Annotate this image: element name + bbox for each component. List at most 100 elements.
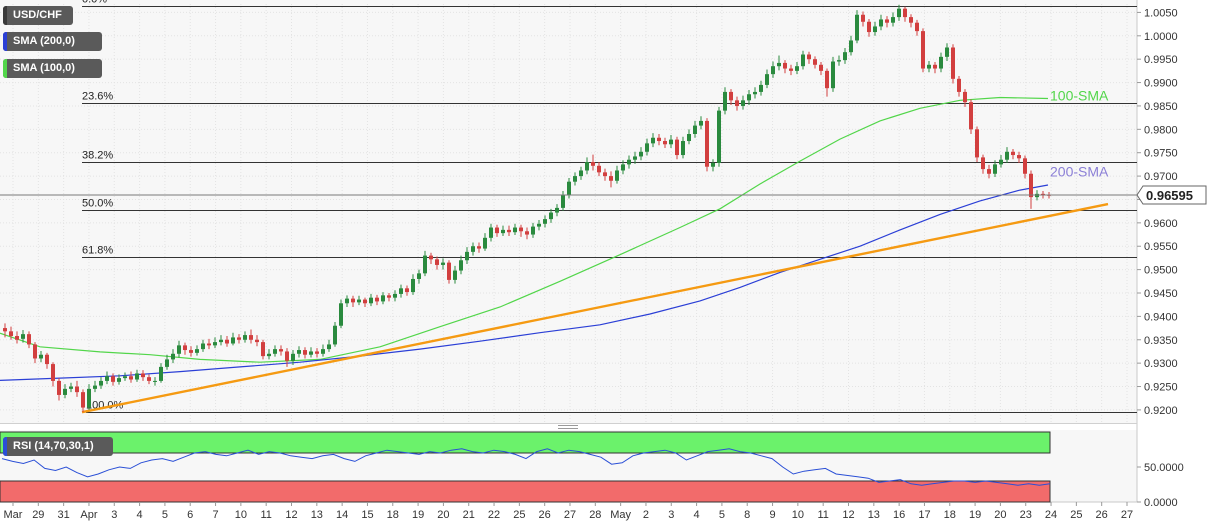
date-tick-label: 22 — [488, 509, 500, 521]
candle-body — [249, 335, 253, 340]
candle-body — [33, 344, 37, 359]
date-tick-label: 25 — [513, 509, 525, 521]
candle-body — [63, 388, 67, 395]
date-tick-label: 19 — [969, 509, 981, 521]
date-tick-label: 8 — [744, 509, 750, 521]
date-tick-label: 20 — [994, 509, 1006, 521]
rsi-legend-label: RSI (14,70,30,1) — [13, 440, 94, 452]
candle-body — [369, 297, 373, 304]
candle-body — [885, 19, 889, 23]
price-tick-label: 0.9400 — [1144, 311, 1178, 323]
candle — [831, 56, 835, 92]
candle-body — [1011, 151, 1015, 156]
date-tick-label: May — [610, 509, 631, 521]
candle-body — [837, 60, 841, 62]
candle-body — [375, 297, 379, 302]
candle-body — [459, 260, 463, 271]
candle-body — [159, 366, 163, 381]
candle-body — [315, 351, 319, 354]
date-tick-label: 6 — [187, 509, 193, 521]
date-tick-label: 7 — [212, 509, 218, 521]
date-tick-label: 21 — [463, 509, 475, 521]
candle-body — [603, 172, 607, 177]
fib-level-label: 0.0% — [82, 0, 107, 6]
price-tick-label: 1.0050 — [1144, 7, 1178, 19]
candle-body — [867, 21, 871, 33]
instrument-label: USD/CHF — [13, 9, 62, 21]
candle-body — [351, 298, 355, 303]
candle-body — [429, 255, 433, 260]
usdchf-chart[interactable]: 0.0%23.6%38.2%50.0%61.8%100.0% 50.00000.… — [0, 0, 1207, 526]
candle-body — [81, 392, 85, 408]
candle-body — [219, 339, 223, 343]
candle-body — [495, 227, 499, 234]
price-tick-label: 0.9900 — [1144, 78, 1178, 90]
price-tick-label: 0.9200 — [1144, 405, 1178, 417]
candle-body — [27, 334, 31, 345]
candle — [855, 10, 859, 44]
candle — [339, 299, 343, 329]
candle — [717, 106, 721, 167]
fib-level-label: 23.6% — [82, 91, 113, 103]
candle-body — [141, 373, 145, 378]
date-tick-label: 26 — [1096, 509, 1108, 521]
candle-body — [915, 22, 919, 32]
candle-body — [957, 78, 961, 92]
candle-body — [111, 376, 115, 382]
candle-body — [921, 31, 925, 69]
candle-body — [405, 288, 409, 293]
sma200-legend-chip[interactable]: SMA (200,0) — [3, 32, 102, 51]
candle-body — [651, 137, 655, 144]
candle-body — [129, 376, 133, 380]
candle-body — [831, 61, 835, 89]
sma100-legend-chip[interactable]: SMA (100,0) — [3, 59, 102, 78]
date-tick-label: 19 — [412, 509, 424, 521]
candle-body — [201, 343, 205, 350]
candle-body — [753, 91, 757, 95]
rsi-tick-label: 0.0000 — [1144, 497, 1178, 509]
date-tick-label: 5 — [719, 509, 725, 521]
sma200-swatch — [3, 32, 7, 51]
candle-body — [417, 273, 421, 279]
candle-body — [789, 68, 793, 71]
candle-body — [573, 176, 577, 182]
fib-level-label: 50.0% — [82, 198, 113, 210]
sma100-annotation: 100-SMA — [1050, 88, 1109, 104]
candle-body — [597, 165, 601, 173]
candle-body — [825, 70, 829, 89]
candle-body — [543, 219, 547, 224]
candle-body — [819, 64, 823, 71]
date-tick-label: 23 — [1020, 509, 1032, 521]
date-tick-label: 3 — [111, 509, 117, 521]
candle-body — [387, 295, 391, 298]
candle-body — [987, 169, 991, 174]
candle-body — [327, 344, 331, 350]
candle-body — [9, 331, 13, 337]
candle-body — [285, 351, 289, 361]
candle-body — [195, 349, 199, 353]
candle-body — [105, 376, 109, 381]
candle-body — [471, 246, 475, 252]
candle-body — [267, 353, 271, 357]
date-tick-label: 2 — [643, 509, 649, 521]
candle-body — [993, 164, 997, 174]
instrument-chip[interactable]: USD/CHF — [3, 6, 73, 25]
candle-body — [75, 386, 79, 393]
candle-body — [945, 47, 949, 57]
candle — [969, 99, 973, 135]
candle-body — [291, 353, 295, 361]
candle-body — [123, 376, 127, 379]
sma200-legend-label: SMA (200,0) — [13, 35, 75, 47]
candle-body — [93, 385, 97, 389]
candle-body — [435, 259, 439, 265]
candle-body — [171, 353, 175, 360]
sma100-legend-label: SMA (100,0) — [13, 62, 75, 74]
candle-body — [363, 299, 367, 304]
candle-body — [441, 262, 445, 265]
candle-body — [1005, 151, 1009, 160]
rsi-legend-chip[interactable]: RSI (14,70,30,1) — [3, 437, 113, 456]
candle — [705, 118, 709, 172]
candle-body — [741, 100, 745, 106]
candle-body — [303, 350, 307, 355]
candle-body — [807, 54, 811, 60]
